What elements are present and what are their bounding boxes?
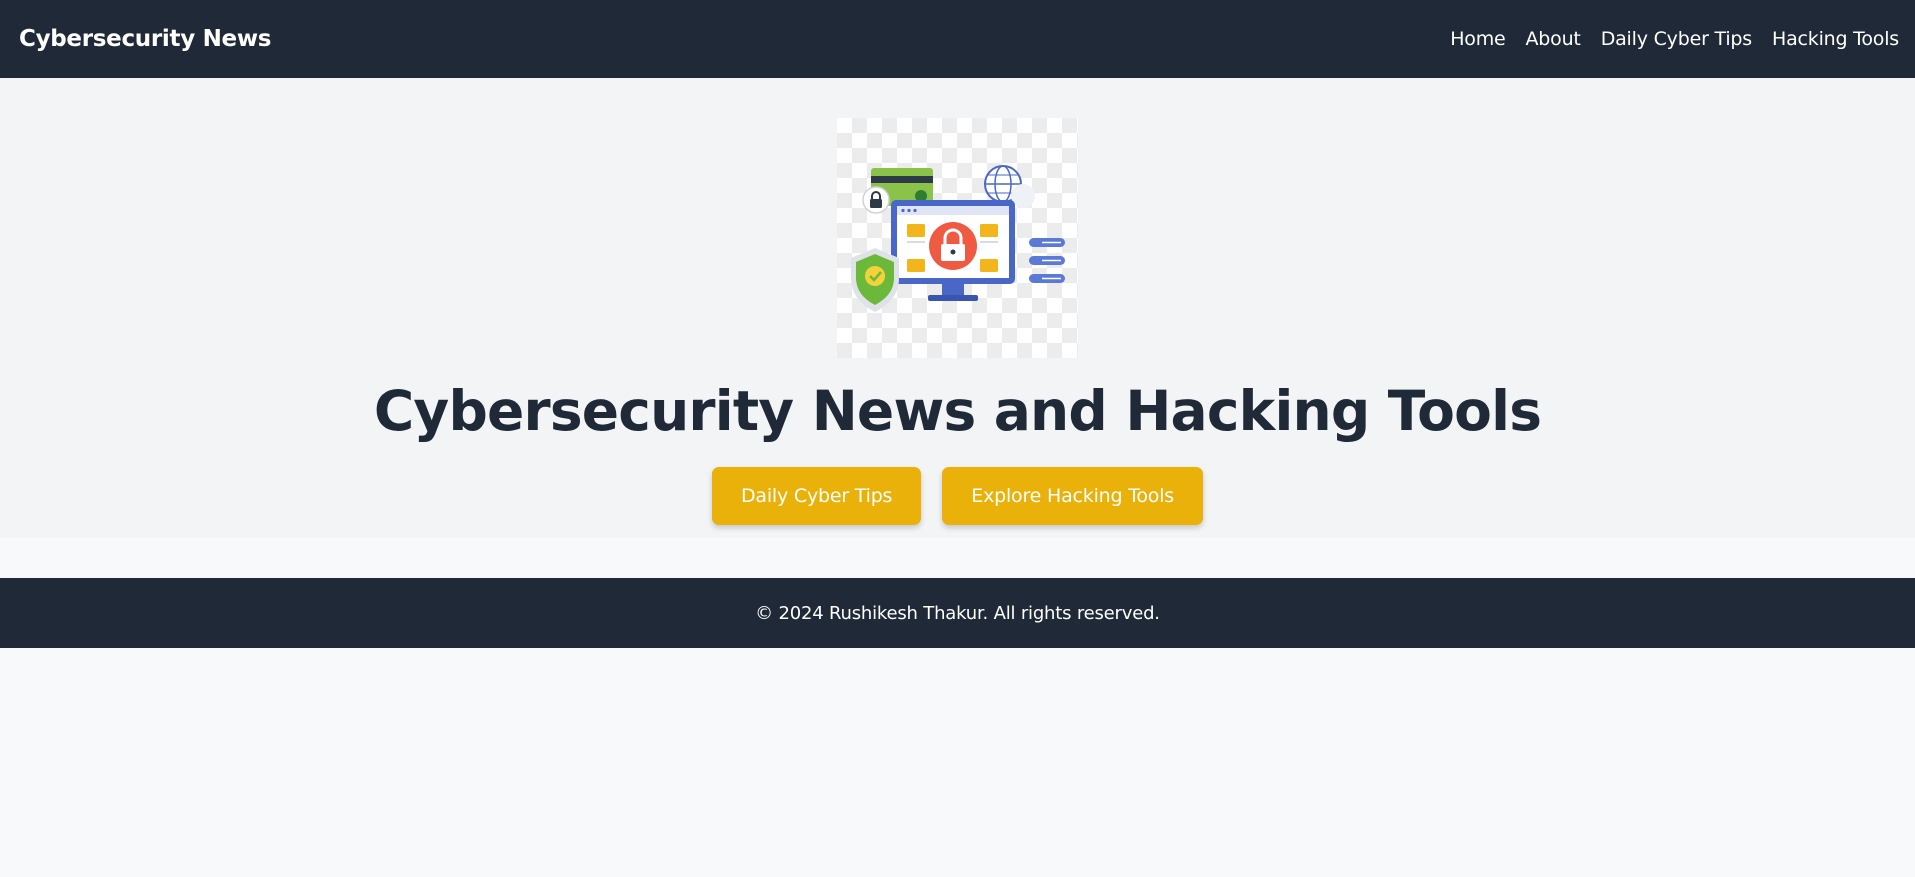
cybersecurity-illustration-icon <box>837 118 1078 358</box>
footer: © 2024 Rushikesh Thakur. All rights rese… <box>0 578 1915 648</box>
explore-hacking-tools-button[interactable]: Explore Hacking Tools <box>942 467 1204 525</box>
nav-links: Home About Daily Cyber Tips Hacking Tool… <box>1450 28 1899 50</box>
hero-buttons: Daily Cyber Tips Explore Hacking Tools <box>711 467 1204 525</box>
copyright-text: © 2024 Rushikesh Thakur. All rights rese… <box>755 602 1160 624</box>
navbar: Cybersecurity News Home About Daily Cybe… <box>0 0 1915 78</box>
daily-cyber-tips-button[interactable]: Daily Cyber Tips <box>711 467 922 525</box>
hero-section: Cybersecurity News and Hacking Tools Dai… <box>0 78 1915 538</box>
nav-link-home[interactable]: Home <box>1450 28 1506 50</box>
nav-link-about[interactable]: About <box>1526 28 1581 50</box>
nav-link-daily-cyber-tips[interactable]: Daily Cyber Tips <box>1601 28 1752 50</box>
brand-logo-link[interactable]: Cybersecurity News <box>19 26 271 52</box>
nav-link-hacking-tools[interactable]: Hacking Tools <box>1772 28 1899 50</box>
hero-title: Cybersecurity News and Hacking Tools <box>373 379 1542 443</box>
